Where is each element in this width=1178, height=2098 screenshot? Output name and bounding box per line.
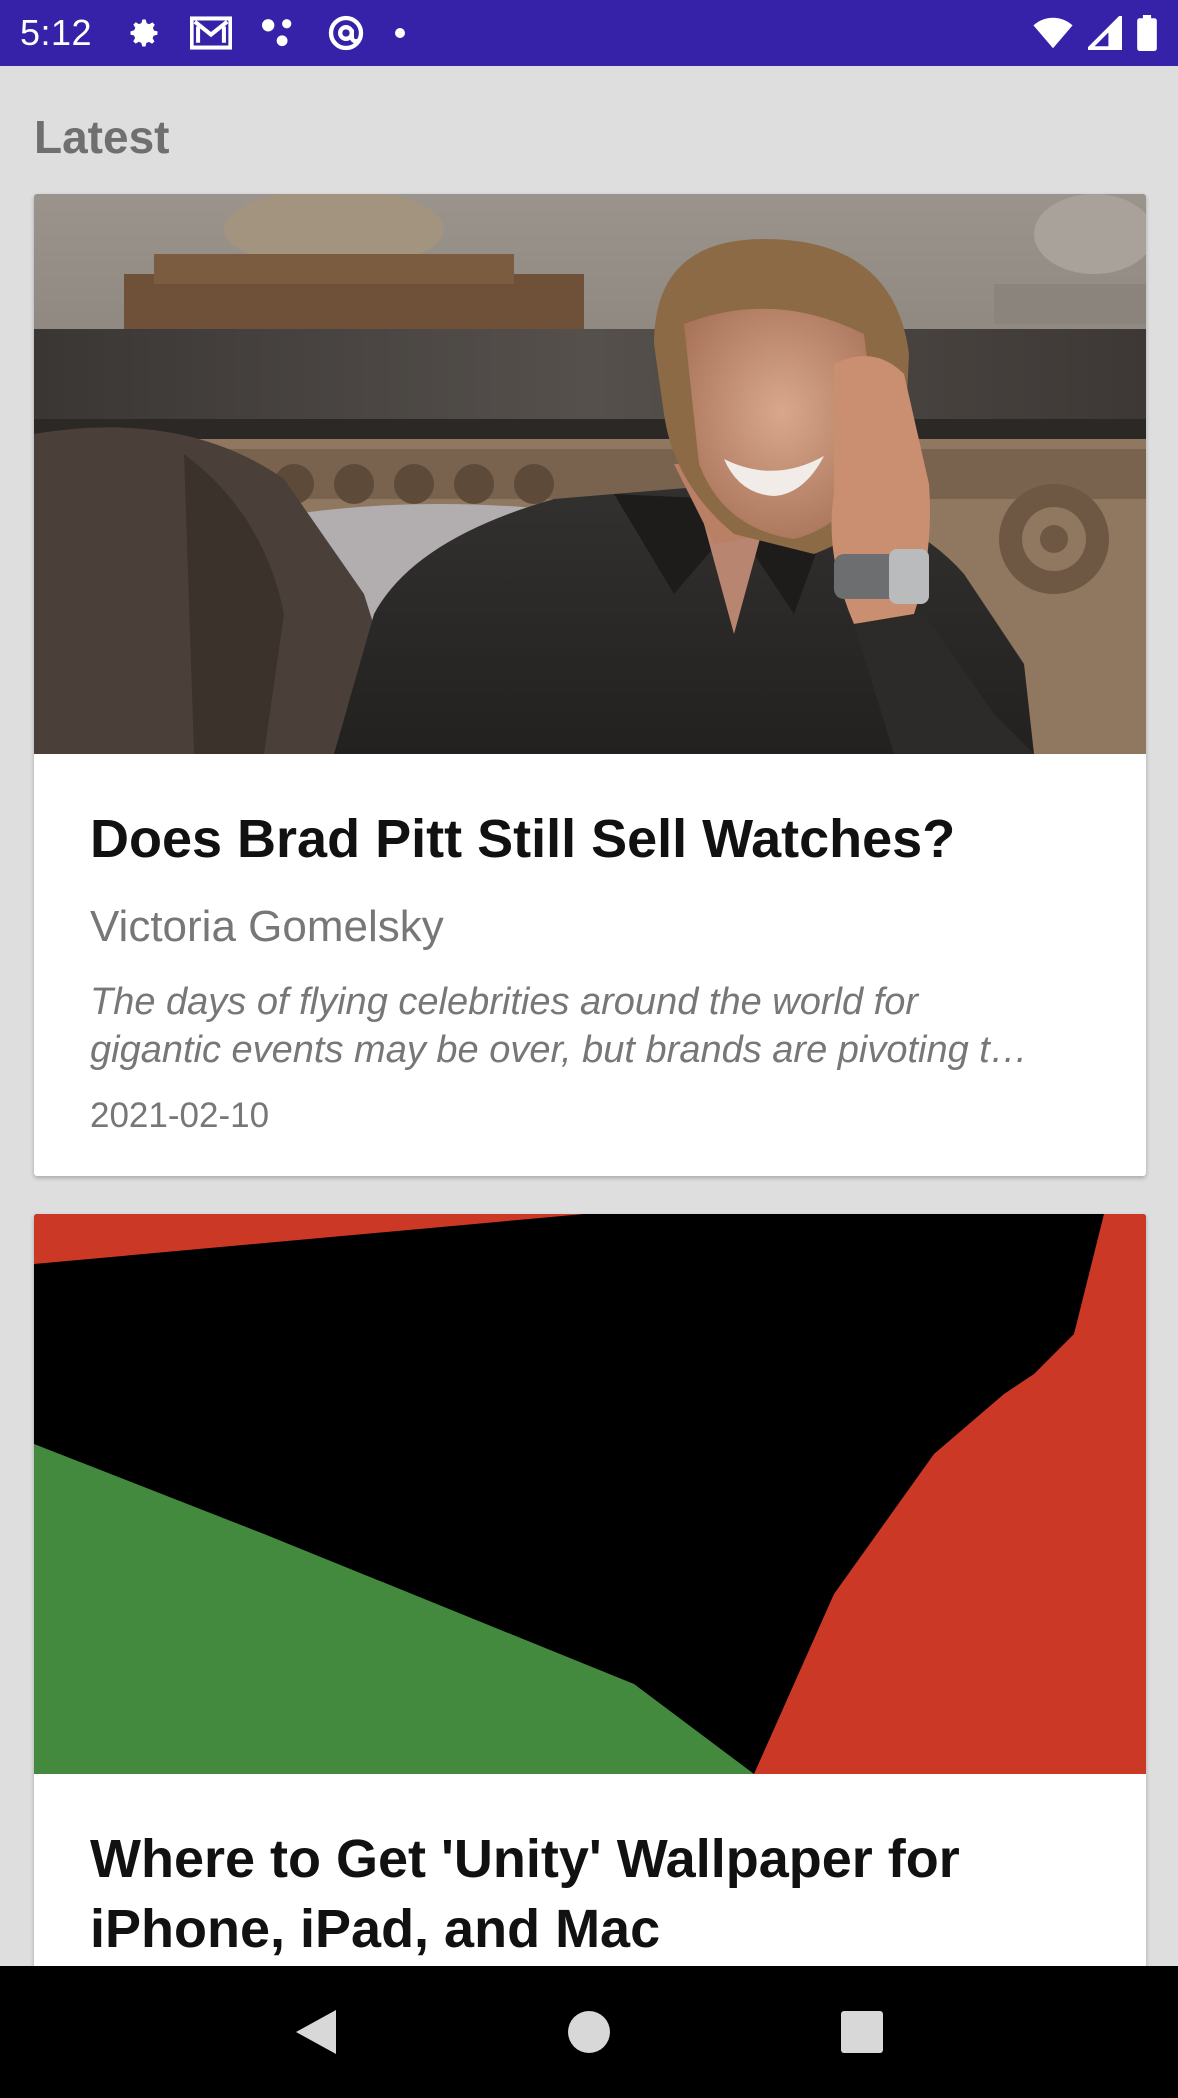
article-title-line: iPhone, iPad, and Mac — [90, 1899, 661, 1959]
section-title: Latest — [34, 111, 170, 163]
article-card[interactable]: Does Brad Pitt Still Sell Watches? Victo… — [34, 194, 1146, 1176]
screen: 5:12 Latest Does Brad Pitt Still Sell Wa… — [0, 0, 1178, 2098]
article-body: Where to Get 'Unity' Wallpaper for iPhon… — [34, 1774, 1146, 1964]
status-time: 5:12 — [20, 12, 93, 53]
dots-icon — [260, 16, 298, 50]
article-image — [34, 194, 1146, 754]
article-feed[interactable]: Latest Does Brad Pitt Still Sell Watches… — [0, 66, 1178, 1966]
status-bar: 5:12 — [0, 0, 1178, 66]
back-icon[interactable] — [276, 1992, 356, 2072]
article-body: Does Brad Pitt Still Sell Watches? Victo… — [34, 754, 1146, 1136]
at-sign-icon — [326, 13, 366, 53]
gear-icon — [126, 15, 162, 51]
battery-icon — [1136, 15, 1158, 51]
dot-icon — [394, 27, 406, 39]
recents-icon[interactable] — [822, 1992, 902, 2072]
article-date: 2021-02-10 — [90, 1096, 270, 1135]
article-card[interactable]: Where to Get 'Unity' Wallpaper for iPhon… — [34, 1214, 1146, 1966]
article-title-line: Where to Get 'Unity' Wallpaper for — [90, 1829, 960, 1889]
wifi-icon — [1032, 16, 1074, 50]
article-author: Victoria Gomelsky — [90, 902, 444, 951]
article-title[interactable]: Where to Get 'Unity' Wallpaper for iPhon… — [90, 1824, 1090, 1964]
article-description-line: gigantic events may be over, but brands … — [90, 1029, 1028, 1071]
article-description: The days of flying celebrities around th… — [90, 978, 1090, 1074]
system-icons — [1032, 15, 1158, 51]
signal-icon — [1088, 16, 1122, 50]
article-title[interactable]: Does Brad Pitt Still Sell Watches? — [90, 804, 1090, 874]
navigation-bar — [0, 1966, 1178, 2098]
article-image — [34, 1214, 1146, 1774]
gmail-icon — [190, 16, 233, 50]
home-icon[interactable] — [549, 1992, 629, 2072]
notification-icons — [126, 13, 406, 53]
article-description-line: The days of flying celebrities around th… — [90, 981, 918, 1023]
